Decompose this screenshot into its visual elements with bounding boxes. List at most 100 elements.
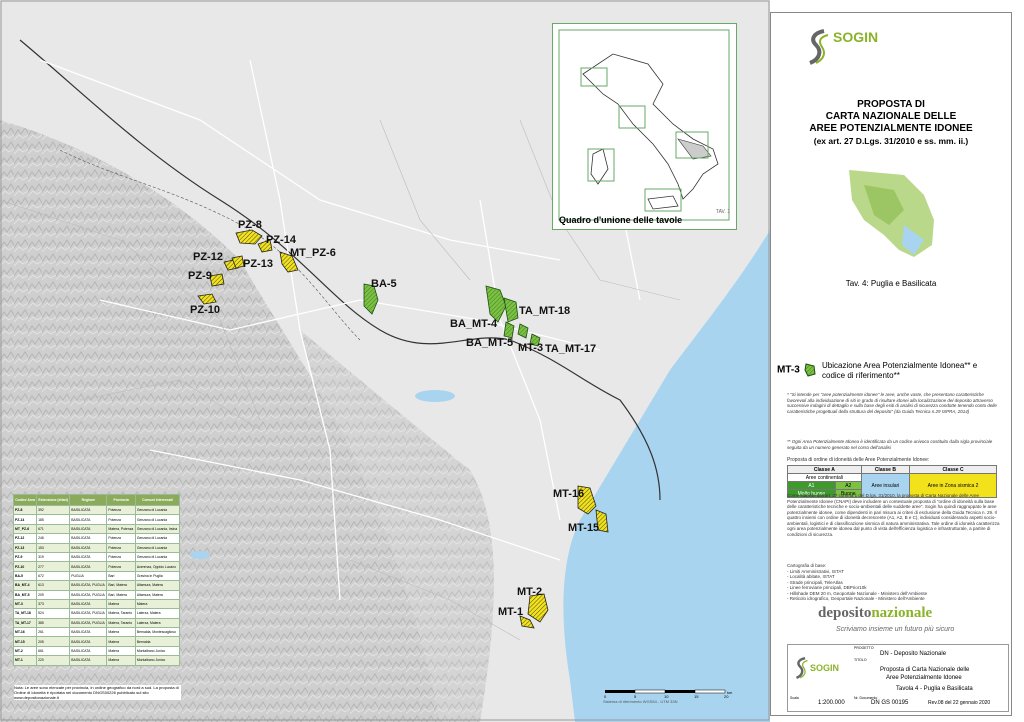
scale-tick: 15	[694, 694, 699, 698]
legend-note-2: ** Ogni Area Potenzialmente Idonea è ide…	[787, 439, 993, 450]
table-cell: BA-5	[12, 570, 38, 582]
scala-label: Scala	[790, 696, 799, 700]
deposito-logo-part2: nazionale	[871, 605, 933, 621]
table-cell: Montalbano Jonico	[134, 655, 181, 666]
label-BA-5: BA-5	[371, 278, 397, 290]
table-cell: Matera	[134, 598, 181, 610]
table-cell: Bari, Matera	[106, 580, 136, 591]
table-cell: Bari, Matera	[106, 589, 136, 600]
scale-tick: 10	[664, 694, 669, 698]
cartography-list: Cartografia di base: - Limiti Amministra…	[787, 563, 987, 602]
table-cell: Laterza, Matera	[134, 608, 181, 619]
table-cell: Bernalda, Montescaglioso	[134, 627, 181, 638]
table-cell: Altamura, Matera	[134, 580, 181, 591]
table-cell: Bernalda	[134, 636, 181, 647]
table-cell: BASILICATA	[69, 523, 108, 535]
table-cell: 205	[36, 636, 71, 647]
label-MT-16: MT-16	[553, 488, 585, 500]
table-cell: Matera	[106, 645, 136, 657]
table-cell: TA_MT-18	[12, 608, 38, 619]
title-line-4: (ex art. 27 D.Lgs. 31/2010 e ss. mm. ii.…	[813, 136, 969, 146]
table-cell: 153	[36, 542, 71, 553]
legend-body-text: Come stabilito dall'art. 27 comma 1 del …	[787, 493, 1000, 537]
area-PZ-9	[209, 273, 225, 287]
title-line-3: AREE POTENZIALMENTE IDONEE	[809, 123, 973, 134]
table-cell: BASILICATA	[69, 533, 108, 544]
table-cell: Potenza	[106, 504, 136, 516]
table-cell: Genzano di Lucania	[134, 533, 181, 544]
table-cell: PZ-9	[12, 551, 38, 563]
titolo-line-1: Proposta di Carta Nazionale delle	[880, 667, 970, 673]
table-cell: MT-2	[12, 645, 38, 657]
table-row: MT-16 261 BASILICATA Matera Bernalda, Montes…	[12, 627, 181, 638]
label-PZ-9: PZ-9	[188, 270, 212, 282]
table-cell: Matera, Potenza	[106, 523, 136, 535]
col-region: Regione	[69, 494, 108, 506]
label-BA_MT-4: BA_MT-4	[450, 318, 498, 330]
title-block: SOGIN PROGETTO DN - Deposito Nazionale T…	[787, 644, 1009, 712]
table-cell: BASILICATA, PUGLIA	[69, 617, 108, 629]
label-BA_MT-5: BA_MT-5	[466, 337, 514, 349]
class-a1: A1	[787, 481, 836, 490]
table-cell: Matera	[106, 636, 136, 647]
inset-title: Quadro d'unione delle tavole	[559, 215, 683, 225]
table-cell: Potenza	[106, 561, 136, 572]
continental-label: Aree continentali	[787, 473, 862, 482]
titolo-label: TITOLO	[854, 658, 867, 662]
table-cell: BASILICATA, PUGLIA	[69, 608, 108, 619]
table-cell: 209	[36, 589, 71, 600]
label-PZ-12: PZ-12	[193, 251, 223, 263]
table-cell: Acerenza, Oppido Lucano	[134, 561, 181, 572]
label-MT-1: MT-1	[498, 606, 524, 618]
scale-bar: 0 5 10 15 20km	[604, 689, 733, 698]
table-cell: 220	[36, 655, 71, 666]
table-cell: Matera, Taranto	[106, 617, 136, 629]
inset-tav1-label: TAV. 1	[715, 209, 730, 215]
label-MT_PZ-6: MT_PZ-6	[290, 247, 336, 259]
table-cell: Genzano di Lucania	[134, 551, 181, 563]
table-cell: BASILICATA	[69, 542, 108, 553]
table-cell: MT-15	[12, 636, 38, 647]
table-cell: Gravina in Puglia	[134, 570, 181, 582]
title-line-1: PROPOSTA DI	[857, 99, 925, 110]
table-row: MT-15 205 BASILICATA Matera Bernalda	[12, 636, 181, 647]
label-PZ-13: PZ-13	[243, 258, 273, 270]
table-cell: Bari	[106, 570, 136, 582]
region-thumbnail	[844, 165, 939, 265]
table-row: PZ-10 277 BASILICATA Potenza Acerenza, Oppid…	[12, 561, 181, 572]
table-cell: Potenza	[106, 551, 136, 563]
table-cell: PZ-13	[12, 542, 38, 553]
table-cell: BASILICATA	[69, 627, 108, 638]
table-row: TA_MT-17 385 BASILICATA, PUGLIA Matera, Tar…	[12, 617, 181, 629]
table-cell: 277	[36, 561, 71, 572]
label-PZ-8: PZ-8	[238, 219, 262, 231]
table-row: PZ-14 185 BASILICATA Potenza Genzano di Luca…	[12, 514, 181, 525]
table-cell: Montalbano Jonico	[134, 645, 181, 657]
table-cell: Potenza	[106, 514, 136, 525]
sogin-logo-text: SOGIN	[833, 29, 879, 45]
table-cell: PZ-14	[12, 514, 38, 525]
table-cell: 392	[36, 504, 71, 516]
table-cell: Matera, Taranto	[106, 608, 136, 619]
table-cell: Matera	[106, 655, 136, 666]
class-c-header: Classe C	[909, 465, 997, 474]
tavola-value: Tavola 4 - Puglia e Basilicata	[896, 686, 973, 692]
carto-item: - Reticolo idrografico, Geoportale Nazio…	[787, 596, 925, 601]
table-cell: 319	[36, 551, 71, 563]
col-municipalities: Comuni Interessati	[134, 494, 181, 506]
table-cell: Laterza, Matera	[134, 617, 181, 629]
table-cell: Potenza	[106, 542, 136, 553]
table-cell: BASILICATA	[69, 504, 108, 516]
table-cell: 524	[36, 608, 71, 619]
title-line-2: CARTA NAZIONALE DELLE	[825, 111, 957, 122]
table-row: MT-3 373 BASILICATA Matera Matera	[12, 598, 181, 610]
legend-symbol: MT-3	[777, 363, 817, 377]
table-row: MT_PZ-6 671 BASILICATA Matera, Potenza Genza…	[12, 523, 181, 535]
table-cell: MT-1	[12, 655, 38, 666]
italy-outline	[558, 29, 730, 221]
table-row: BA_MT-5 209 BASILICATA, PUGLIA Bari, Matera…	[12, 589, 181, 600]
table-row: PZ-13 153 BASILICATA Potenza Genzano di Luca…	[12, 542, 181, 553]
label-MT-3: MT-3	[518, 342, 544, 354]
table-cell: BA_MT-4	[12, 580, 38, 591]
col-province: Provincia	[106, 494, 136, 506]
